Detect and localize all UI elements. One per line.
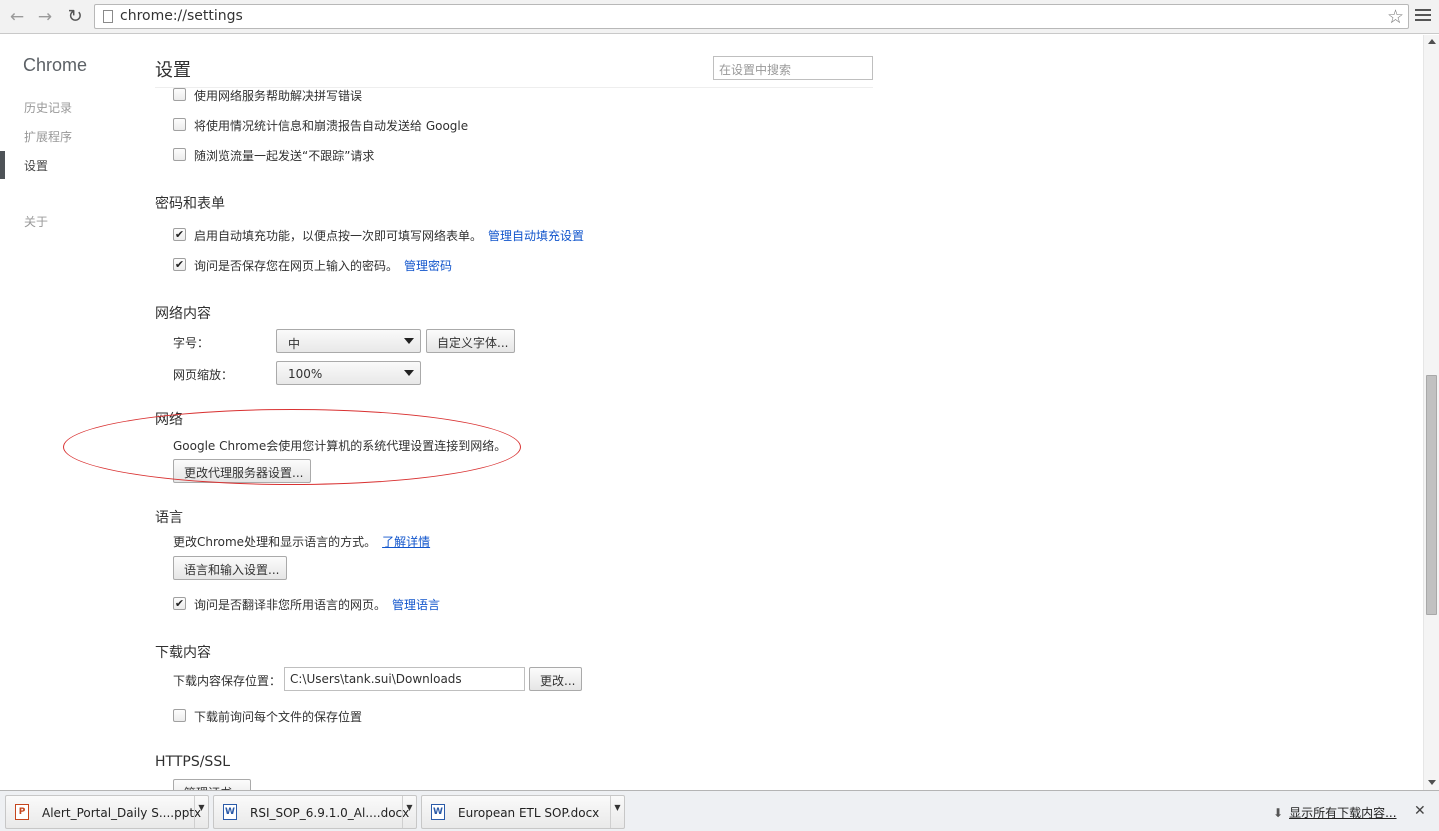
download-arrow-icon: ⬇ xyxy=(1273,806,1284,820)
translate-label: 询问是否翻译非您所用语言的网页。 xyxy=(194,598,387,612)
page-zoom-label: 网页缩放： xyxy=(173,368,234,382)
learn-more-link[interactable]: 了解详情 xyxy=(382,535,430,549)
scrollbar-thumb[interactable] xyxy=(1426,375,1437,615)
download-dropdown-icon[interactable]: ▼ xyxy=(402,796,416,828)
download-dropdown-icon[interactable]: ▼ xyxy=(194,796,208,828)
chevron-down-icon xyxy=(404,338,414,344)
save-password-label: 询问是否保存您在网页上输入的密码。 xyxy=(194,259,399,273)
download-location-label: 下载内容保存位置： xyxy=(173,674,282,688)
do-not-track-label: 随浏览流量一起发送“不跟踪”请求 xyxy=(194,149,375,163)
address-bar[interactable]: chrome://settings ☆ xyxy=(94,4,1409,29)
usage-stats-label: 将使用情况统计信息和崩溃报告自动发送给 Google xyxy=(194,119,469,133)
autofill-label: 启用自动填充功能，以便点按一次即可填写网络表单。 xyxy=(194,229,483,243)
download-item-name: Alert_Portal_Daily S....pptx xyxy=(42,806,202,820)
network-description: Google Chrome会使用您计算机的系统代理设置连接到网络。 xyxy=(173,439,507,453)
font-size-value: 中 xyxy=(288,337,301,351)
ask-save-location-label: 下载前询问每个文件的保存位置 xyxy=(194,710,363,724)
font-size-select[interactable]: 中 xyxy=(276,329,421,353)
manage-autofill-link[interactable]: 管理自动填充设置 xyxy=(488,229,584,243)
section-title-language: 语言 xyxy=(155,510,183,526)
change-download-location-button[interactable]: 更改... xyxy=(529,667,582,691)
browser-toolbar: ← → ↻ chrome://settings ☆ xyxy=(0,0,1439,34)
settings-main: 设置 在设置中搜索 使用网络服务帮助解决拼写错误 将使用情况统计信息和崩溃报告自… xyxy=(0,35,1423,790)
ask-save-location-checkbox[interactable] xyxy=(173,709,186,722)
powerpoint-file-icon: P xyxy=(15,804,29,820)
section-title-https: HTTPS/SSL xyxy=(155,754,231,770)
language-description-row: 更改Chrome处理和显示语言的方式。 了解详情 xyxy=(173,533,430,550)
autofill-label-wrap: 启用自动填充功能，以便点按一次即可填写网络表单。 管理自动填充设置 xyxy=(194,227,584,244)
page-icon xyxy=(103,10,113,23)
chevron-down-icon xyxy=(404,370,414,376)
change-proxy-button[interactable]: 更改代理服务器设置... xyxy=(173,459,311,483)
manage-passwords-link[interactable]: 管理密码 xyxy=(404,259,452,273)
url-text[interactable]: chrome://settings xyxy=(120,8,243,24)
download-item-name: European ETL SOP.docx xyxy=(458,806,600,820)
show-all-downloads-text: 显示所有下载内容... xyxy=(1289,806,1397,820)
spellcheck-label: 使用网络服务帮助解决拼写错误 xyxy=(194,89,363,103)
autofill-checkbox[interactable]: ✔ xyxy=(173,228,186,241)
page-title: 设置 xyxy=(155,60,191,81)
download-item[interactable]: P Alert_Portal_Daily S....pptx ▼ xyxy=(5,795,209,829)
section-title-network: 网络 xyxy=(155,412,183,428)
show-all-downloads-link[interactable]: ⬇ 显示所有下载内容... xyxy=(1273,804,1397,821)
usage-stats-checkbox[interactable] xyxy=(173,118,186,131)
back-arrow-icon[interactable]: ← xyxy=(6,6,28,28)
translate-checkbox[interactable]: ✔ xyxy=(173,597,186,610)
word-file-icon: W xyxy=(223,804,237,820)
forward-arrow-icon[interactable]: → xyxy=(34,6,56,28)
download-location-field[interactable]: C:\Users\tank.sui\Downloads xyxy=(284,667,525,691)
page-zoom-select[interactable]: 100% xyxy=(276,361,421,385)
close-icon[interactable]: ✕ xyxy=(1414,803,1426,819)
do-not-track-checkbox[interactable] xyxy=(173,148,186,161)
settings-search-input[interactable]: 在设置中搜索 xyxy=(713,56,873,80)
spellcheck-checkbox[interactable] xyxy=(173,88,186,101)
font-size-label: 字号： xyxy=(173,336,210,350)
scroll-down-icon[interactable] xyxy=(1428,780,1436,785)
download-item[interactable]: W RSI_SOP_6.9.1.0_Al....docx ▼ xyxy=(213,795,417,829)
hamburger-menu-icon[interactable] xyxy=(1415,9,1431,23)
language-description: 更改Chrome处理和显示语言的方式。 xyxy=(173,535,377,549)
manage-languages-link[interactable]: 管理语言 xyxy=(392,598,440,612)
section-title-web-content: 网络内容 xyxy=(155,306,211,322)
language-input-settings-button[interactable]: 语言和输入设置... xyxy=(173,556,287,580)
section-title-downloads: 下载内容 xyxy=(155,645,211,661)
customize-fonts-button[interactable]: 自定义字体... xyxy=(426,329,515,353)
download-item-name: RSI_SOP_6.9.1.0_Al....docx xyxy=(250,806,410,820)
scroll-up-icon[interactable] xyxy=(1428,39,1436,44)
manage-certificates-button[interactable]: 管理证书... xyxy=(173,779,251,790)
save-password-label-wrap: 询问是否保存您在网页上输入的密码。 管理密码 xyxy=(194,257,452,274)
section-title-passwords: 密码和表单 xyxy=(155,196,225,212)
vertical-scrollbar[interactable] xyxy=(1423,35,1439,790)
page-zoom-value: 100% xyxy=(288,367,323,381)
download-shelf: P Alert_Portal_Daily S....pptx ▼ W RSI_S… xyxy=(0,790,1439,831)
save-password-checkbox[interactable]: ✔ xyxy=(173,258,186,271)
translate-label-wrap: 询问是否翻译非您所用语言的网页。 管理语言 xyxy=(194,596,440,613)
bookmark-star-icon[interactable]: ☆ xyxy=(1387,6,1404,28)
reload-icon[interactable]: ↻ xyxy=(64,6,86,28)
download-item[interactable]: W European ETL SOP.docx ▼ xyxy=(421,795,625,829)
word-file-icon: W xyxy=(431,804,445,820)
download-dropdown-icon[interactable]: ▼ xyxy=(610,796,624,828)
